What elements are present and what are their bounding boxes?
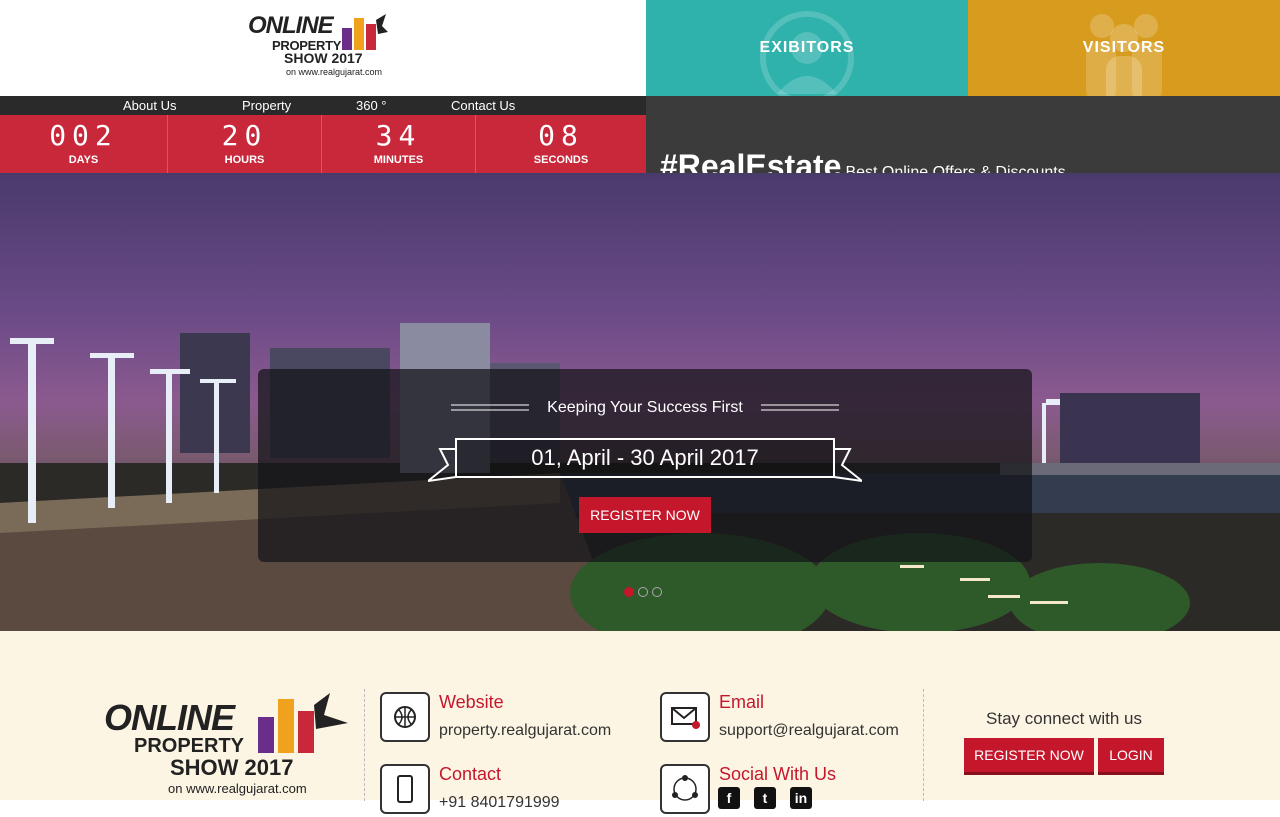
linkedin-icon[interactable]: in bbox=[790, 787, 812, 809]
exhibitors-tile[interactable]: EXIBITORS bbox=[646, 0, 968, 96]
logo-area: ONLINE PROPERTY SHOW 2017 on www.realguj… bbox=[0, 0, 646, 96]
buildings-logo-icon bbox=[342, 14, 388, 50]
event-dates: 01, April - 30 April 2017 bbox=[531, 445, 759, 470]
email-link[interactable]: support@realgujarat.com bbox=[719, 722, 899, 740]
site-logo[interactable]: ONLINE PROPERTY SHOW 2017 on www.realguj… bbox=[246, 10, 398, 80]
countdown-seconds: 08 SECONDS bbox=[476, 115, 646, 173]
globe-icon bbox=[380, 692, 430, 742]
countdown-days: 002 DAYS bbox=[0, 115, 168, 173]
decorative-lines-left bbox=[451, 404, 529, 411]
contact-phone[interactable]: +91 8401791999 bbox=[439, 794, 560, 812]
date-ribbon: 01, April - 30 April 2017 bbox=[428, 437, 862, 489]
countdown-value: 20 bbox=[221, 119, 268, 152]
logo-text-url: on www.realgujarat.com bbox=[168, 781, 307, 796]
site-header: ONLINE PROPERTY SHOW 2017 on www.realguj… bbox=[0, 0, 1280, 173]
countdown-hours: 20 HOURS bbox=[168, 115, 322, 173]
website-link[interactable]: property.realgujarat.com bbox=[439, 722, 611, 740]
footer-login-button[interactable]: LOGIN bbox=[1098, 738, 1164, 772]
phone-icon bbox=[380, 764, 430, 814]
countdown-timer: 002 DAYS 20 HOURS 34 MINUTES 08 SECONDS bbox=[0, 115, 646, 173]
hashtag-title: #RealEstate bbox=[660, 148, 842, 173]
footer-divider bbox=[364, 689, 365, 801]
logo-text-url: on www.realgujarat.com bbox=[286, 67, 383, 77]
hashtag-subtitle: Best Online Offers & Discounts bbox=[845, 164, 1066, 173]
social-icons: f t in bbox=[718, 787, 812, 809]
exhibitors-label: EXIBITORS bbox=[759, 39, 855, 56]
nav-property[interactable]: Property bbox=[242, 98, 291, 113]
main-nav: About Us Property 360 ° Contact Us bbox=[0, 96, 646, 115]
logo-text-online: ONLINE bbox=[104, 697, 235, 738]
slider-dot-2[interactable] bbox=[638, 587, 648, 597]
hero-overlay-card: Keeping Your Success First 01, April - 3… bbox=[258, 369, 1032, 562]
website-heading: Website bbox=[439, 692, 504, 712]
footer: ONLINE PROPERTY SHOW 2017 on www.realguj… bbox=[0, 631, 1280, 814]
hashtag-banner: #RealEstate Best Online Offers & Discount… bbox=[646, 96, 1280, 173]
twitter-icon[interactable]: t bbox=[754, 787, 776, 809]
visitors-label: VISITORS bbox=[1082, 39, 1166, 56]
countdown-value: 08 bbox=[538, 119, 584, 152]
logo-text-online: ONLINE bbox=[248, 12, 334, 39]
facebook-icon[interactable]: f bbox=[718, 787, 740, 809]
contact-heading: Contact bbox=[439, 764, 502, 784]
nav-about-us[interactable]: About Us bbox=[123, 98, 176, 113]
hero-tagline: Keeping Your Success First bbox=[258, 399, 1032, 417]
footer-register-button[interactable]: REGISTER NOW bbox=[964, 738, 1094, 772]
footer-logo[interactable]: ONLINE PROPERTY SHOW 2017 on www.realguj… bbox=[100, 689, 350, 801]
countdown-unit: MINUTES bbox=[373, 154, 424, 166]
envelope-icon bbox=[660, 692, 710, 742]
social-heading: Social With Us bbox=[719, 764, 837, 784]
countdown-unit: HOURS bbox=[224, 154, 265, 166]
slider-dot-3[interactable] bbox=[652, 587, 662, 597]
countdown-unit: DAYS bbox=[68, 154, 99, 166]
countdown-value: 002 bbox=[49, 119, 118, 152]
buildings-logo-icon bbox=[258, 693, 348, 753]
tagline-text: Keeping Your Success First bbox=[547, 399, 743, 416]
slider-dot-1[interactable] bbox=[624, 587, 634, 597]
hero-slider: Keeping Your Success First 01, April - 3… bbox=[0, 173, 1280, 631]
stay-connected-text: Stay connect with us bbox=[986, 709, 1142, 728]
visitors-tile[interactable]: VISITORS bbox=[968, 0, 1280, 96]
email-heading: Email bbox=[719, 692, 765, 712]
nav-360[interactable]: 360 ° bbox=[356, 98, 387, 113]
slider-dots bbox=[624, 587, 662, 597]
decorative-lines-right bbox=[761, 404, 839, 411]
share-network-icon bbox=[660, 764, 710, 814]
hero-register-button[interactable]: REGISTER NOW bbox=[579, 497, 711, 533]
nav-contact-us[interactable]: Contact Us bbox=[451, 98, 515, 113]
countdown-minutes: 34 MINUTES bbox=[322, 115, 476, 173]
hashtag-text: #RealEstate Best Online Offers & Discount… bbox=[660, 148, 1066, 173]
countdown-value: 34 bbox=[375, 119, 422, 152]
footer-divider bbox=[923, 689, 924, 801]
countdown-unit: SECONDS bbox=[533, 154, 589, 166]
